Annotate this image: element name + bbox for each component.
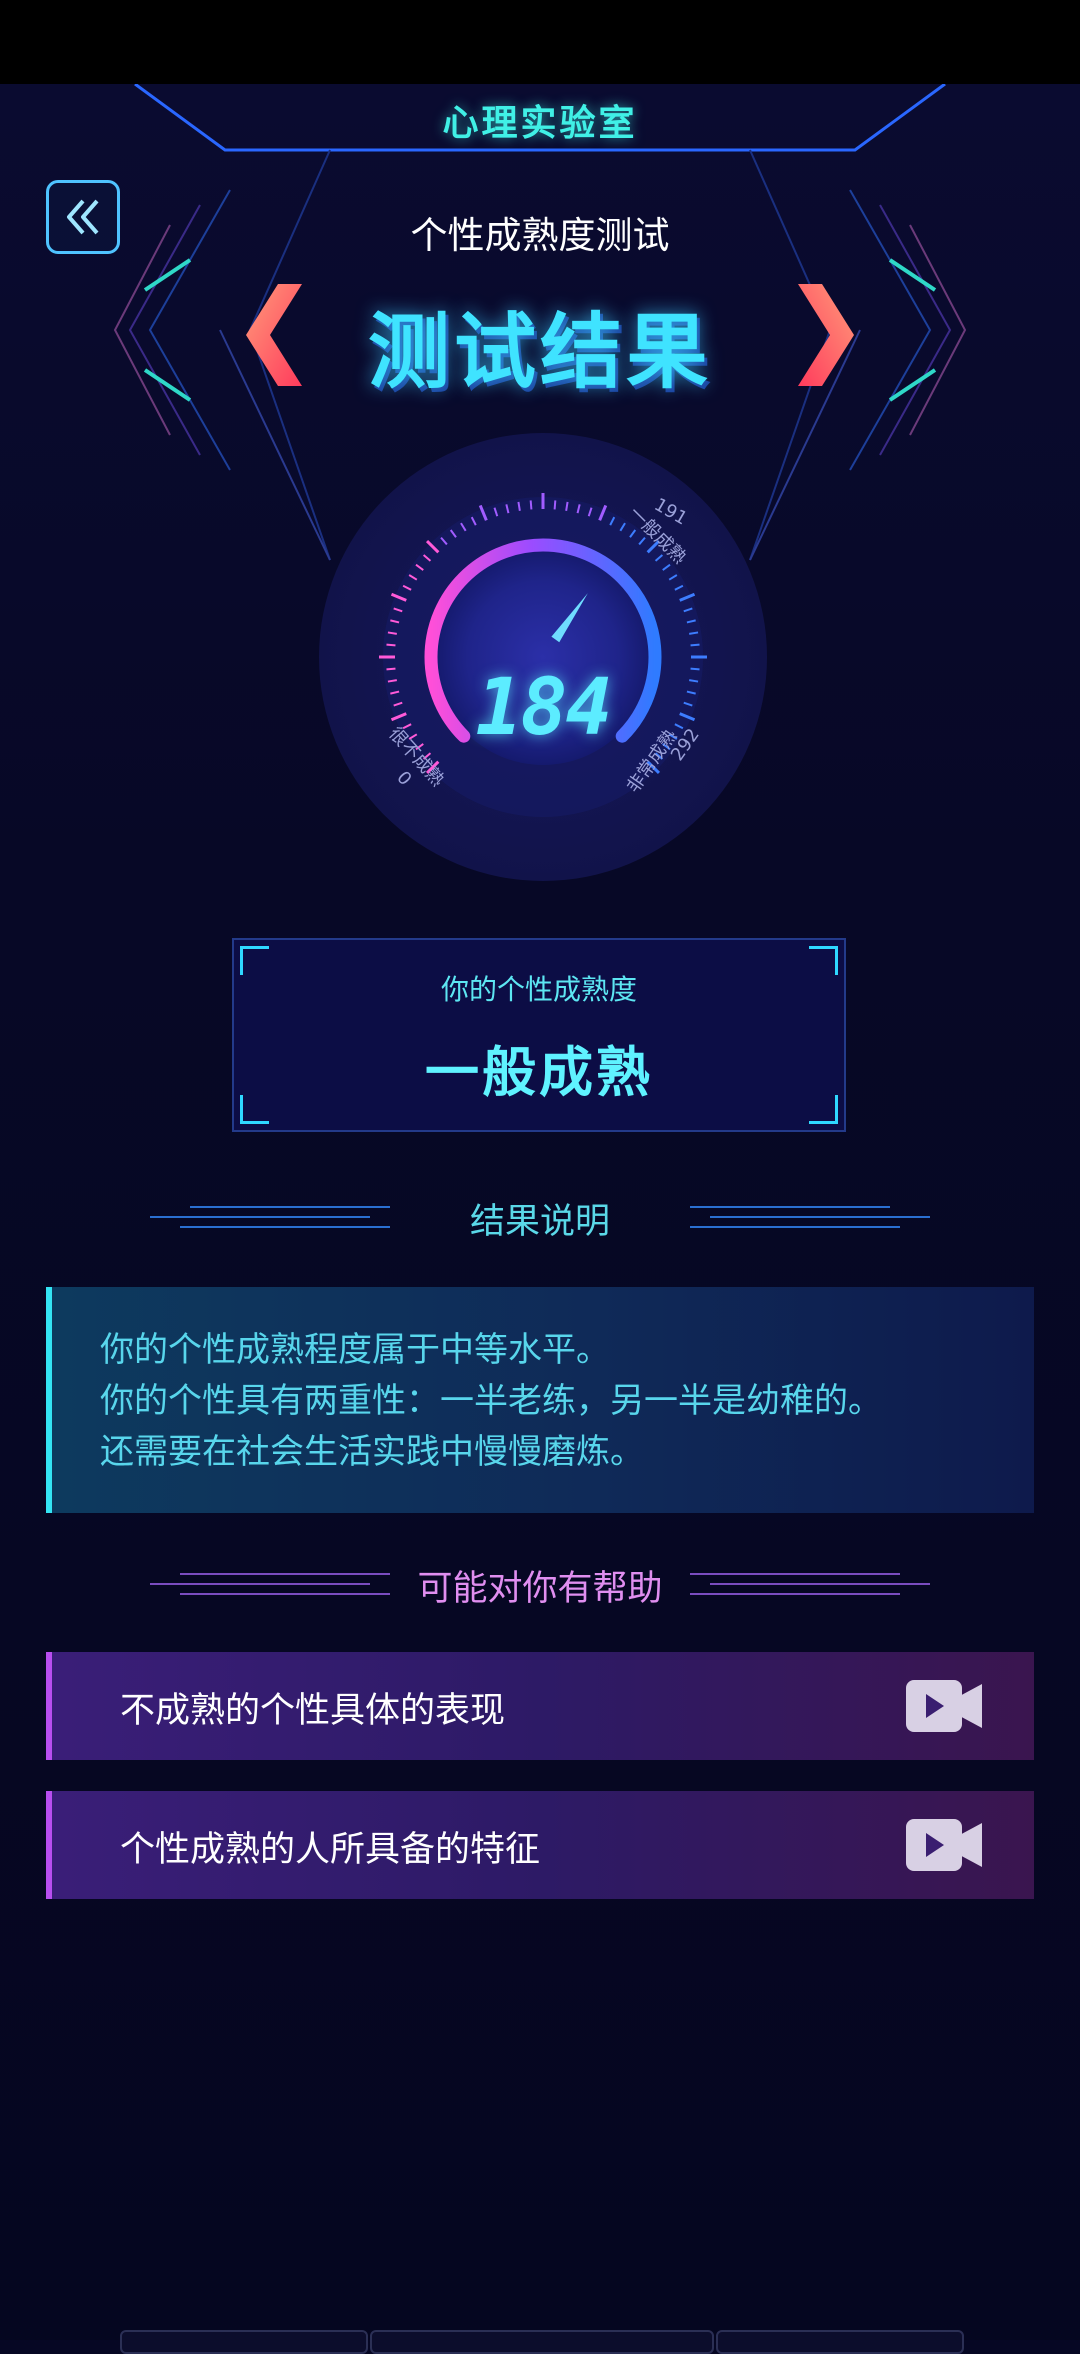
- gauge-tick: [529, 500, 533, 510]
- gauge-tick: [517, 501, 521, 511]
- bottom-tab[interactable]: [120, 2330, 368, 2354]
- gauge-tick: [386, 643, 396, 647]
- video-icon: [906, 1819, 982, 1871]
- heading-lines-right: [690, 1206, 930, 1228]
- result-level: 一般成熟: [425, 1041, 653, 1104]
- explanation-line: 你的个性成熟程度属于中等水平。: [100, 1330, 610, 1370]
- status-bar: [0, 0, 1080, 84]
- gauge-tick: [553, 500, 557, 510]
- help-article-item[interactable]: 不成熟的个性具体的表现: [46, 1652, 1034, 1760]
- score-value: 184: [475, 663, 613, 753]
- help-article-title: 个性成熟的人所具备的特征: [120, 1830, 541, 1870]
- result-label: 你的个性成熟度: [440, 973, 637, 1006]
- gauge-tick: [387, 631, 397, 635]
- help-article-title: 不成熟的个性具体的表现: [120, 1691, 506, 1731]
- app-title: 心理实验室: [442, 103, 638, 144]
- gauge-tick: [689, 631, 699, 635]
- page-title: 测试结果: [367, 305, 712, 400]
- bottom-tab[interactable]: [370, 2330, 714, 2354]
- test-name: 个性成熟度测试: [410, 214, 670, 257]
- explanation-heading: 结果说明: [0, 1193, 1080, 1243]
- bottom-tab[interactable]: [716, 2330, 964, 2354]
- heading-lines-right: [690, 1573, 930, 1595]
- gauge-tick: [565, 501, 569, 511]
- help-heading: 可能对你有帮助: [0, 1560, 1080, 1610]
- gauge-tick: [690, 643, 700, 647]
- maturity-gauge: 0 很不成熟 191 一般成熟 292 非常成熟: [319, 433, 767, 881]
- video-icon: [906, 1680, 982, 1732]
- explanation-card: 你的个性成熟程度属于中等水平。 你的个性具有两重性：一半老练，另一半是幼稚的。 …: [46, 1287, 1034, 1513]
- help-article-item[interactable]: 个性成熟的人所具备的特征: [46, 1791, 1034, 1899]
- explanation-line: 你的个性具有两重性：一半老练，另一半是幼稚的。: [100, 1381, 882, 1421]
- explanation-line: 还需要在社会生活实践中慢慢磨炼。: [100, 1432, 644, 1472]
- result-card: 你的个性成熟度 一般成熟: [232, 938, 846, 1132]
